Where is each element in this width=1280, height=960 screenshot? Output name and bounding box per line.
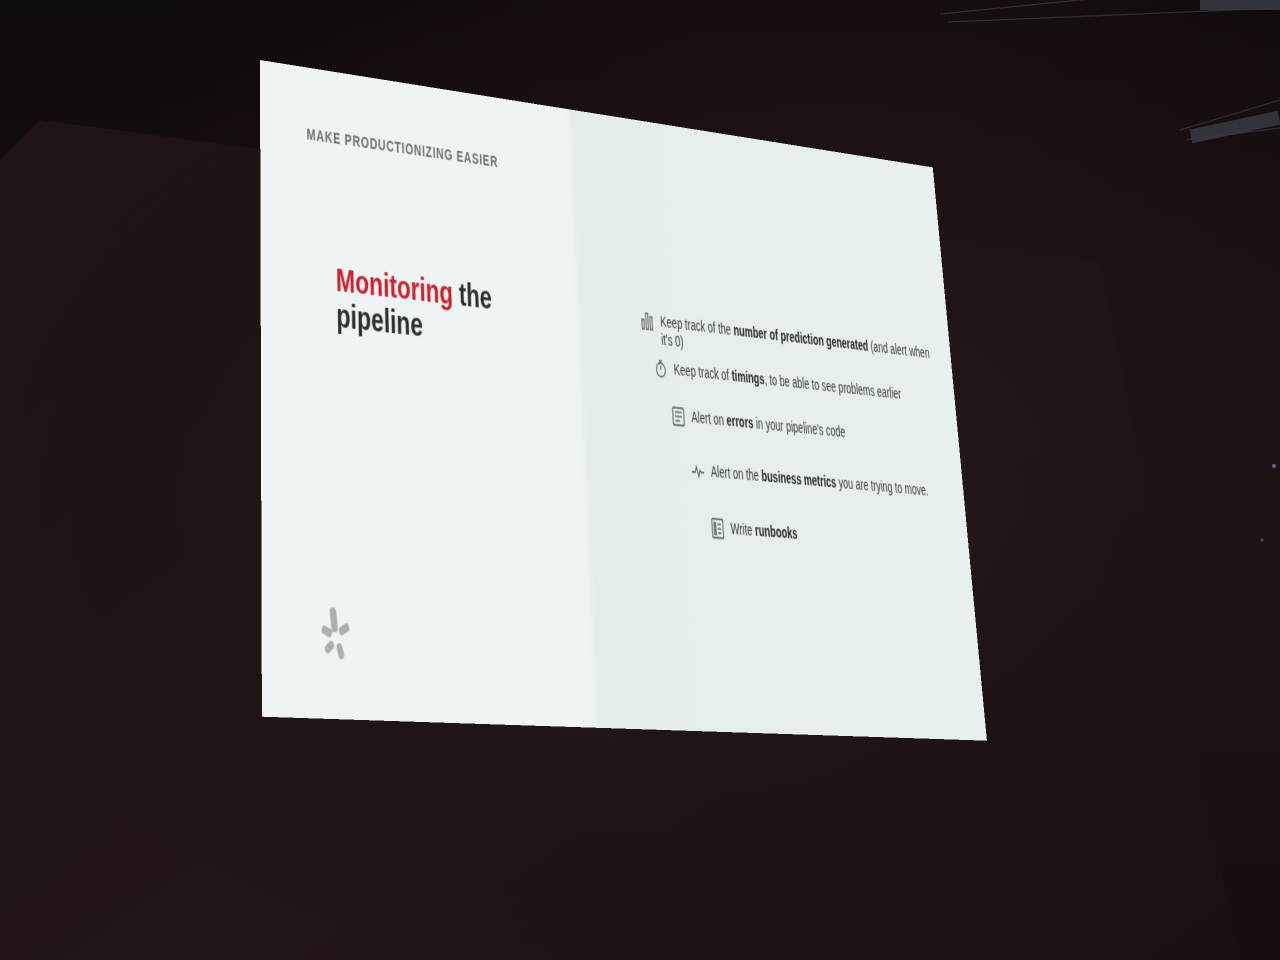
pulse-icon — [690, 460, 706, 483]
bullet-list: Keep track of the number of prediction g… — [639, 310, 960, 557]
bullet-text: Alert on the business metrics you are tr… — [710, 463, 929, 500]
ceiling-rig — [940, 0, 1280, 140]
checklist-icon — [710, 517, 726, 540]
document-icon — [670, 405, 686, 428]
bar-chart-icon — [639, 309, 655, 332]
bullet-item: Alert on errors in your pipeline's code — [670, 406, 950, 453]
presentation-photo: MAKE PRODUCTIONIZING EASIER Monitoring t… — [0, 0, 1280, 960]
projected-slide: MAKE PRODUCTIONIZING EASIER Monitoring t… — [260, 60, 987, 741]
slide-title: Monitoring the pipeline — [336, 263, 560, 359]
burst-logo-icon — [319, 604, 352, 665]
bullet-item: Alert on the business metrics you are tr… — [690, 461, 955, 504]
bullet-text: Alert on errors in your pipeline's code — [691, 408, 846, 441]
bullet-item: Write runbooks — [710, 518, 960, 557]
slide-kicker: MAKE PRODUCTIONIZING EASIER — [307, 125, 499, 170]
title-rest-1: the — [452, 276, 492, 317]
stopwatch-icon — [653, 357, 669, 380]
bullet-text: Write runbooks — [730, 520, 798, 544]
slide-content: MAKE PRODUCTIONIZING EASIER Monitoring t… — [260, 60, 987, 741]
